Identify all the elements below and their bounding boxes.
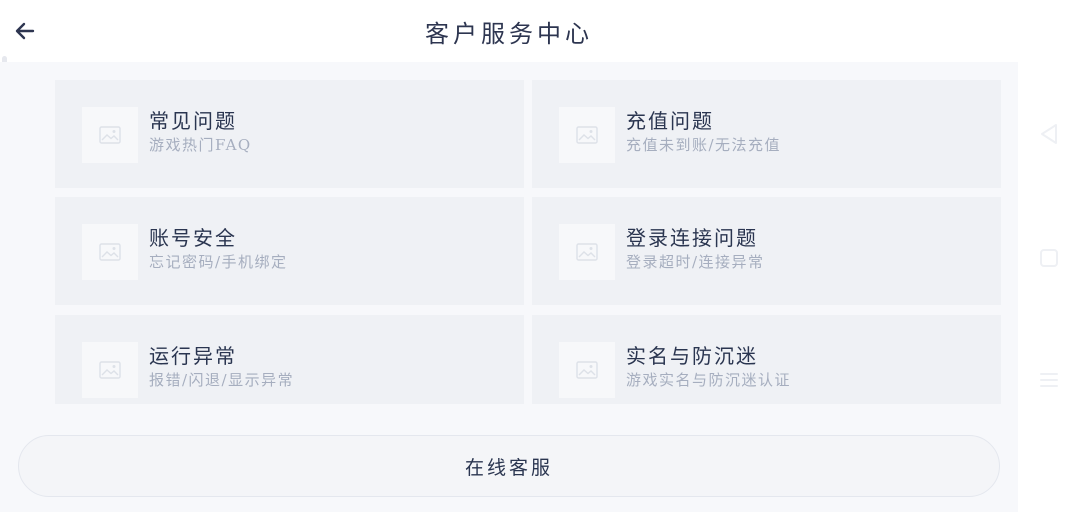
category-subtitle: 游戏实名与防沉迷认证 <box>626 371 792 389</box>
category-subtitle: 登录超时/连接异常 <box>626 253 765 271</box>
image-placeholder-icon <box>99 243 121 261</box>
square-home-icon <box>1040 249 1058 267</box>
category-title: 实名与防沉迷 <box>626 344 758 368</box>
category-subtitle: 充值未到账/无法充值 <box>626 136 782 154</box>
nav-home-button[interactable] <box>1018 238 1080 278</box>
system-nav-bar <box>1018 0 1080 512</box>
category-thumbnail <box>559 224 615 280</box>
category-thumbnail <box>82 342 138 398</box>
triangle-back-icon <box>1041 124 1057 144</box>
nav-menu-button[interactable] <box>1018 360 1080 400</box>
category-card-login-connection[interactable]: 登录连接问题 登录超时/连接异常 <box>532 197 1001 305</box>
header-bar: 客户服务中心 <box>0 0 1018 62</box>
category-card-real-name[interactable]: 实名与防沉迷 游戏实名与防沉迷认证 <box>532 315 1001 404</box>
nav-back-button[interactable] <box>1018 114 1080 154</box>
category-thumbnail <box>559 107 615 163</box>
category-card-recharge[interactable]: 充值问题 充值未到账/无法充值 <box>532 80 1001 188</box>
category-title: 登录连接问题 <box>626 226 758 250</box>
category-thumbnail <box>82 224 138 280</box>
category-subtitle: 忘记密码/手机绑定 <box>149 253 288 271</box>
page-title: 客户服务中心 <box>425 20 593 48</box>
category-subtitle: 游戏热门FAQ <box>149 136 252 154</box>
online-service-button[interactable]: 在线客服 <box>18 435 1000 497</box>
category-thumbnail <box>559 342 615 398</box>
image-placeholder-icon <box>576 361 598 379</box>
image-placeholder-icon <box>576 243 598 261</box>
hamburger-menu-icon <box>1040 373 1058 387</box>
content-area: 常见问题 游戏热门FAQ 充值问题 充值未到账/无法充值 账号安全 忘记密码/手… <box>0 62 1018 512</box>
image-placeholder-icon <box>576 126 598 144</box>
image-placeholder-icon <box>99 361 121 379</box>
category-title: 账号安全 <box>149 226 237 250</box>
category-title: 常见问题 <box>149 109 237 133</box>
category-card-account-security[interactable]: 账号安全 忘记密码/手机绑定 <box>55 197 524 305</box>
category-thumbnail <box>82 107 138 163</box>
category-title: 运行异常 <box>149 344 237 368</box>
category-card-faq[interactable]: 常见问题 游戏热门FAQ <box>55 80 524 188</box>
category-title: 充值问题 <box>626 109 714 133</box>
category-subtitle: 报错/闪退/显示异常 <box>149 371 295 389</box>
image-placeholder-icon <box>99 126 121 144</box>
category-card-runtime-error[interactable]: 运行异常 报错/闪退/显示异常 <box>55 315 524 404</box>
